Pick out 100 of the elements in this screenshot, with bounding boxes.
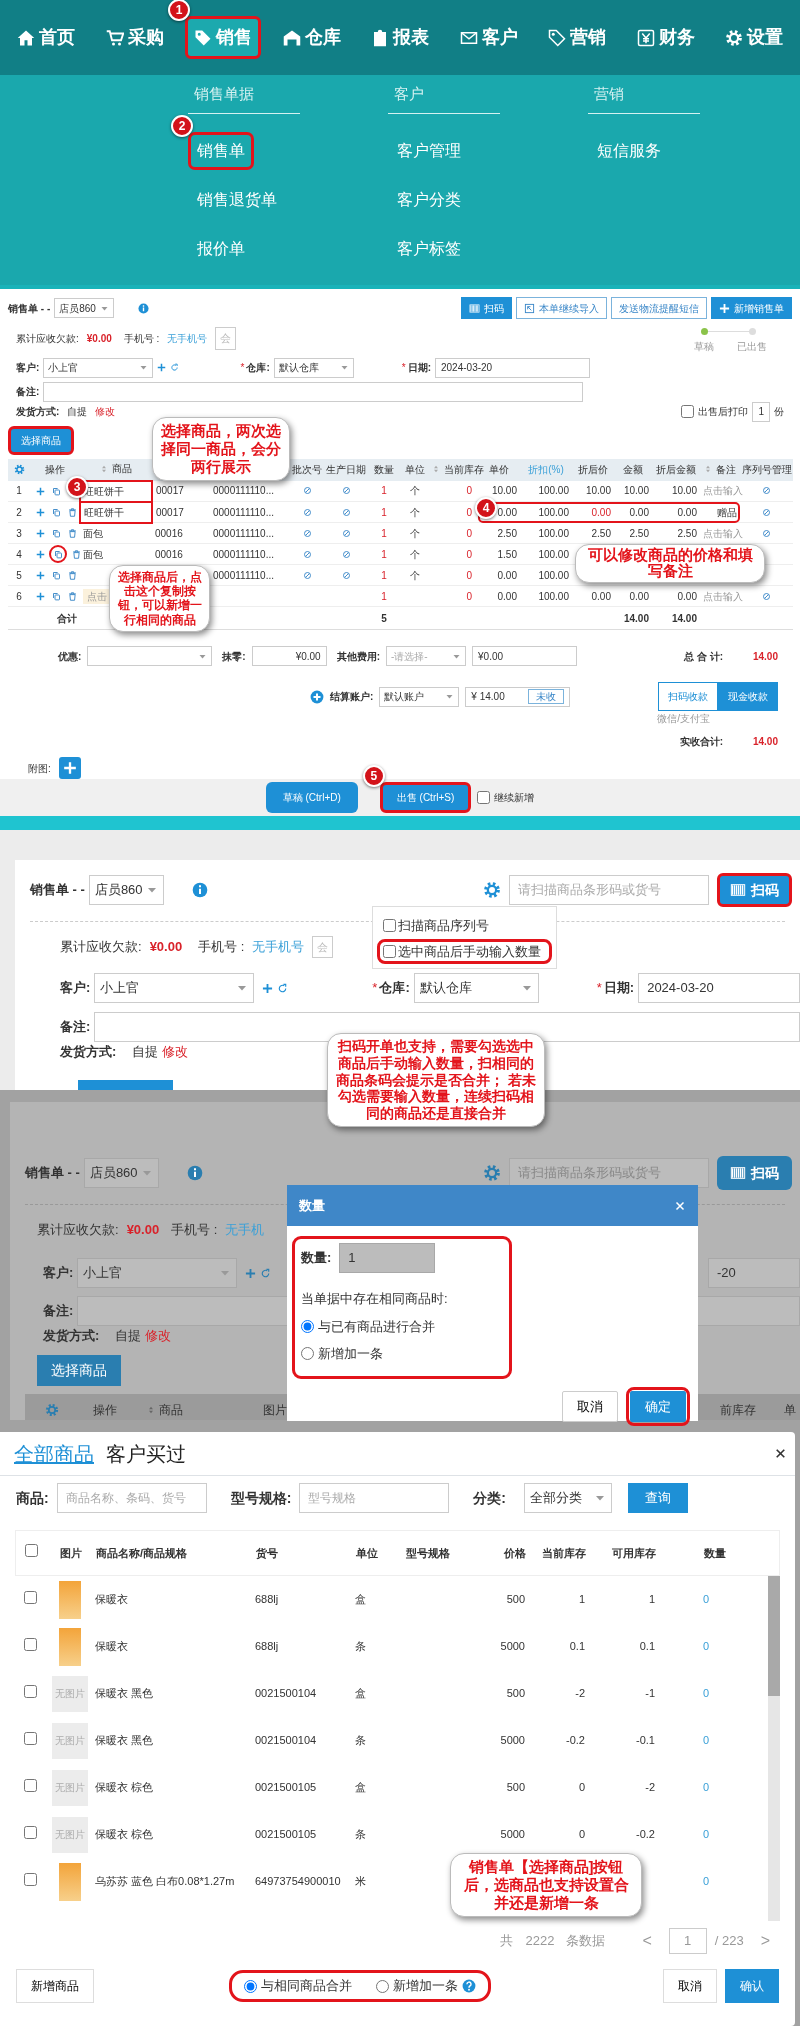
nav-tab[interactable]: 客户 xyxy=(450,16,527,59)
settings-icon[interactable] xyxy=(13,464,25,475)
quantity-link[interactable]: 0 xyxy=(655,1591,766,1608)
rounding-field[interactable]: ¥0.00 xyxy=(251,646,327,666)
account-select[interactable]: 默认账户 xyxy=(379,686,460,707)
add-icon[interactable] xyxy=(262,982,274,994)
dialog-button[interactable]: 取消 xyxy=(562,1390,618,1422)
scrollbar[interactable] xyxy=(768,1576,780,1921)
toolbar-button[interactable]: 扫码 xyxy=(461,297,512,319)
add-icon[interactable] xyxy=(157,363,167,372)
customer-select[interactable]: 小上官 xyxy=(77,1258,238,1288)
copy-button[interactable] xyxy=(49,545,67,563)
nav-tab[interactable]: 首页 xyxy=(8,16,84,59)
checkbox[interactable] xyxy=(24,1544,38,1558)
ban-icon[interactable] xyxy=(341,549,351,559)
search-button[interactable]: 查询 xyxy=(628,1483,688,1513)
toolbar-button[interactable]: 发送物流提醒短信 xyxy=(611,297,707,319)
phone-link[interactable]: 无手机号 xyxy=(167,330,208,346)
page-field[interactable]: 1 xyxy=(668,1928,707,1954)
customer-select[interactable]: 小上官 xyxy=(94,973,255,1003)
payment-tab[interactable]: 扫码收款 xyxy=(658,682,718,711)
close-icon[interactable] xyxy=(774,1447,787,1460)
settings-icon[interactable] xyxy=(483,881,501,899)
edit-link[interactable]: 修改 xyxy=(162,1042,189,1062)
tab[interactable]: 全部商品 xyxy=(8,1438,100,1469)
quantity-link[interactable]: 0 xyxy=(655,1779,766,1796)
menu-item[interactable]: 短信服务 xyxy=(588,131,670,170)
nav-tab[interactable]: 销售 xyxy=(185,16,261,59)
quantity-field[interactable]: 1 xyxy=(339,1243,436,1273)
checkbox[interactable] xyxy=(23,1825,37,1839)
settings-icon[interactable] xyxy=(483,1164,501,1182)
ban-icon[interactable] xyxy=(762,528,771,538)
column-header[interactable]: 商品 xyxy=(147,1401,183,1419)
paid-field[interactable]: ¥ 14.00 未收 xyxy=(465,686,571,707)
nav-tab[interactable]: 仓库 xyxy=(273,16,350,59)
column-header[interactable]: 当前库存 xyxy=(432,461,484,477)
ban-icon[interactable] xyxy=(762,486,771,496)
quantity-link[interactable]: 0 xyxy=(655,1732,766,1749)
checkbox[interactable] xyxy=(383,944,396,958)
staff-select[interactable]: 店员860 xyxy=(88,875,164,905)
ban-icon[interactable] xyxy=(302,507,312,517)
nav-tab[interactable]: 营销 xyxy=(539,16,615,59)
unpaid-button[interactable]: 未收 xyxy=(528,689,565,704)
note-field[interactable] xyxy=(43,381,584,402)
dialog-button[interactable]: 取消 xyxy=(663,1969,717,2003)
checkbox[interactable] xyxy=(681,405,695,418)
toolbar-button[interactable]: 新增销售单 xyxy=(711,297,792,319)
checkbox[interactable] xyxy=(23,1684,37,1698)
ban-icon[interactable] xyxy=(341,528,351,538)
add-attachment-button[interactable] xyxy=(58,757,81,779)
menu-item[interactable]: 销售退货单 xyxy=(188,180,286,219)
ban-icon[interactable] xyxy=(762,507,771,517)
staff-select[interactable]: 店员860 xyxy=(54,298,115,318)
radio-button[interactable] xyxy=(301,1347,314,1361)
quantity-link[interactable]: 0 xyxy=(655,1826,766,1843)
radio-option[interactable]: 与已有商品进行合并 xyxy=(301,1316,503,1336)
prev-page-button[interactable]: < xyxy=(641,1928,653,1954)
edit-link[interactable]: 修改 xyxy=(95,404,116,419)
ban-icon[interactable] xyxy=(302,528,312,538)
checkbox[interactable] xyxy=(23,1778,37,1792)
add-icon[interactable] xyxy=(310,689,324,704)
spec-field[interactable]: 型号规格 xyxy=(299,1483,450,1513)
checkbox[interactable] xyxy=(23,1590,37,1604)
next-page-button[interactable]: > xyxy=(759,1928,771,1954)
customer-select[interactable]: 小上官 xyxy=(43,357,154,378)
warehouse-select[interactable]: 默认仓库 xyxy=(273,357,354,378)
checkbox[interactable] xyxy=(383,919,396,933)
radio-option[interactable]: 新增加一条 xyxy=(376,1976,458,1996)
nav-tab[interactable]: 报表 xyxy=(362,16,438,59)
submit-button[interactable]: 草稿 (Ctrl+D) xyxy=(265,781,358,813)
radio-option[interactable]: 与相同商品合并 xyxy=(244,1976,352,1996)
dialog-button[interactable]: 确定 xyxy=(630,1390,686,1422)
select-products-button[interactable]: 选择商品 xyxy=(8,425,74,455)
copies-field[interactable]: 1 xyxy=(752,401,770,422)
scrollbar-thumb[interactable] xyxy=(768,1576,780,1696)
warehouse-select[interactable]: 默认仓库 xyxy=(413,973,539,1003)
nav-tab[interactable]: 设置 xyxy=(716,16,792,59)
menu-item[interactable]: 报价单 xyxy=(188,229,254,268)
ban-icon[interactable] xyxy=(302,486,312,496)
checkbox[interactable] xyxy=(23,1637,37,1651)
radio-option[interactable]: 新增加一条 xyxy=(301,1344,503,1364)
refresh-icon[interactable] xyxy=(260,1267,272,1279)
select-products-button[interactable]: 选择商品 xyxy=(37,1355,121,1386)
menu-option[interactable]: 选中商品后手动输入数量 xyxy=(377,938,552,964)
dialog-button[interactable]: 确认 xyxy=(725,1969,779,2003)
ban-icon[interactable] xyxy=(762,591,771,601)
add-icon[interactable] xyxy=(245,1267,257,1279)
menu-item[interactable]: 客户分类 xyxy=(388,180,470,219)
quantity-link[interactable]: 0 xyxy=(655,1685,766,1702)
checkbox[interactable] xyxy=(477,790,491,804)
refresh-icon[interactable] xyxy=(277,982,289,994)
radio-button[interactable] xyxy=(301,1319,314,1333)
toolbar-button[interactable]: 本单继续导入 xyxy=(516,297,607,319)
submit-button[interactable]: 出售 (Ctrl+S) xyxy=(379,781,472,813)
checkbox[interactable] xyxy=(23,1731,37,1745)
ban-icon[interactable] xyxy=(341,486,351,496)
scan-button[interactable]: 扫码 xyxy=(717,873,792,907)
ban-icon[interactable] xyxy=(341,570,351,580)
menu-item[interactable]: 客户管理 xyxy=(388,131,470,170)
scan-button[interactable]: 扫码 xyxy=(717,1156,792,1190)
